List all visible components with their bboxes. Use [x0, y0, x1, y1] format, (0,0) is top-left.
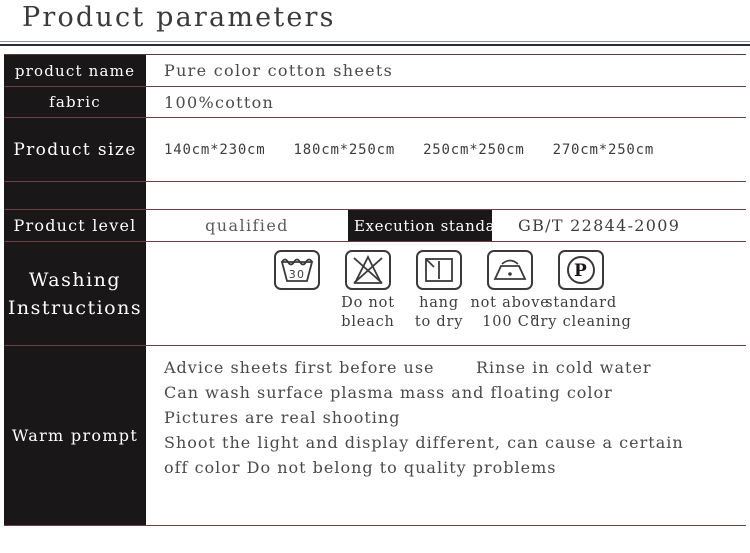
warm-prompt-line: Shoot the light and display different, c…: [164, 433, 684, 452]
washing-label-line1: Washing: [28, 268, 122, 291]
table-row-warm-prompt: Warm prompt Advice sheets first before u…: [4, 346, 746, 526]
row-value-blank: [146, 182, 746, 209]
warm-prompt-line: Can wash surface plasma mass and floatin…: [164, 383, 613, 402]
care-caption-dry-clean: standard dry cleaning: [530, 294, 631, 332]
row-value-washing-instructions: 30 Do not bleach hang to dry not above 1…: [146, 242, 746, 345]
warm-prompt-line: Advice sheets first before use Rinse in c…: [164, 355, 746, 380]
row-label-fabric: fabric: [4, 87, 146, 117]
warm-prompt-lines: Advice sheets first before use Rinse in c…: [164, 355, 746, 480]
washing-label-text: Washing Instructions: [4, 266, 146, 322]
care-caption-hang-to-dry: hang to dry: [415, 294, 463, 332]
care-item-do-not-bleach: Do not bleach: [333, 250, 403, 332]
row-value-product-level-group: qualified Execution standard GB/T 22844-…: [146, 210, 746, 241]
row-value-fabric: 100%cotton: [146, 87, 746, 117]
care-item-wash-30: 30: [262, 250, 332, 294]
dry-clean-p-icon: P: [558, 250, 604, 290]
care-symbol-list: 30 Do not bleach hang to dry not above 1…: [262, 250, 631, 332]
row-label-product-level: Product level: [4, 210, 146, 241]
row-label-product-size: Product size: [4, 118, 146, 181]
care-caption-line1: hang: [419, 295, 459, 311]
care-caption-do-not-bleach: Do not bleach: [341, 294, 395, 332]
table-row-blank: [4, 182, 746, 210]
care-caption-line1: Do not: [341, 295, 395, 311]
row-value-warm-prompt: Advice sheets first before use Rinse in c…: [146, 346, 746, 525]
care-caption-line2: dry cleaning: [530, 314, 632, 330]
product-size-item: 270cm*250cm: [552, 141, 655, 158]
row-label-warm-prompt: Warm prompt: [4, 346, 146, 525]
table-row-product-level: Product level qualified Execution standa…: [4, 210, 746, 242]
warm-prompt-line-text: Advice sheets first before use: [164, 358, 435, 377]
care-caption-line2: to dry: [414, 314, 464, 330]
care-caption-line2: bleach: [341, 314, 395, 330]
product-parameters-table: product name Pure color cotton sheets fa…: [4, 54, 746, 526]
row-value-product-name: Pure color cotton sheets: [146, 55, 746, 86]
row-value-product-size: 140cm*230cm 180cm*250cm 250cm*250cm 270c…: [146, 118, 746, 181]
product-size-item: 180cm*250cm: [293, 141, 396, 158]
execution-standard-value: GB/T 22844-2009: [518, 216, 681, 235]
row-label-blank: [4, 182, 146, 209]
warm-prompt-line: Pictures are real shooting: [164, 408, 401, 427]
title-divider-line-top: [0, 41, 750, 42]
care-item-dry-clean: P standard dry cleaning: [530, 250, 631, 332]
table-row-washing-instructions: Washing Instructions 30 Do not bleach ha…: [4, 242, 746, 346]
hang-to-dry-icon: [416, 250, 462, 290]
product-level-value: qualified: [205, 216, 289, 235]
table-row-product-size: Product size 140cm*230cm 180cm*250cm 250…: [4, 118, 746, 182]
wash-temperature-text: 30: [289, 268, 306, 281]
row-label-washing-instructions: Washing Instructions: [4, 242, 146, 345]
row-label-product-name: product name: [4, 55, 146, 86]
care-caption-line1: standard: [545, 295, 617, 311]
iron-low-heat-icon: [487, 250, 533, 290]
do-not-bleach-icon: [345, 250, 391, 290]
table-row-product-name: product name Pure color cotton sheets: [4, 55, 746, 87]
warm-prompt-overlap-text: Rinse in cold water: [476, 358, 652, 377]
execution-standard-label: Execution standard: [348, 210, 492, 241]
title-bar: Product parameters: [0, 0, 750, 48]
care-item-hang-to-dry: hang to dry: [404, 250, 474, 332]
title-divider-line-bottom: [0, 44, 750, 46]
wash-tub-30-icon: 30: [274, 250, 320, 290]
table-row-fabric: fabric 100%cotton: [4, 87, 746, 118]
product-size-item: 140cm*230cm: [164, 141, 266, 158]
title-divider: [0, 41, 750, 47]
product-size-list: 140cm*230cm 180cm*250cm 250cm*250cm 270c…: [164, 142, 682, 158]
dry-clean-letter: P: [574, 261, 588, 281]
page-title: Product parameters: [22, 2, 336, 33]
warm-prompt-line: off color Do not belong to quality probl…: [164, 458, 557, 477]
product-size-item: 250cm*250cm: [423, 141, 525, 158]
washing-label-line2: Instructions: [7, 296, 143, 319]
